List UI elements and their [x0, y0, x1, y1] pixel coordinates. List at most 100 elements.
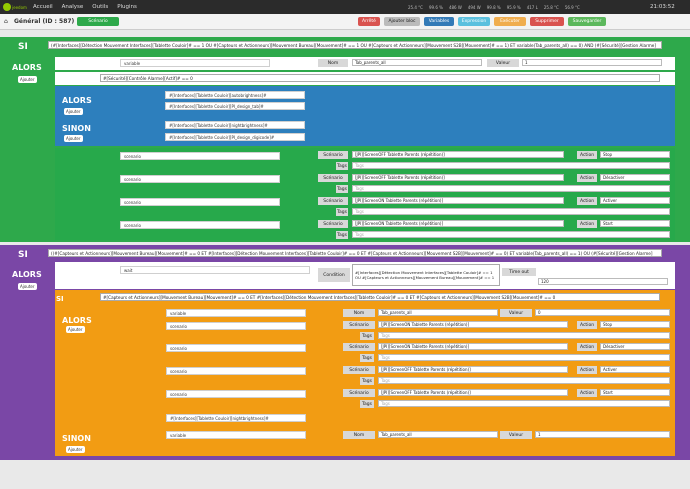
- var-name-input[interactable]: Tab_parents_all: [378, 431, 498, 438]
- action-select[interactable]: Désactiver: [600, 343, 670, 350]
- tags-input[interactable]: Tags: [378, 377, 670, 384]
- cmd-row[interactable]: #[Interfaces][Tablette Couloir][PI_desig…: [165, 102, 305, 110]
- nav-analyse[interactable]: Analyse: [62, 4, 84, 10]
- scenario-select[interactable]: [JPI][ScreenOFF Tablette Parents (répéti…: [352, 151, 564, 158]
- action-select[interactable]: Désactiver: [600, 174, 670, 181]
- save-button[interactable]: Sauvegarder: [568, 17, 606, 26]
- tags-input[interactable]: Tags: [352, 162, 670, 169]
- scenario-select[interactable]: [JPI][ScreenOFF Tablette Parents (répéti…: [378, 366, 568, 373]
- tags-input[interactable]: Tags: [378, 354, 670, 361]
- stat-temp: 25.4 °C: [408, 4, 423, 10]
- inner-sinon-ajouter[interactable]: Ajouter: [64, 135, 83, 142]
- scenario-type: scenario: [166, 390, 306, 398]
- inner2-ajouter[interactable]: Ajouter: [66, 326, 85, 333]
- inner-si-label: SI: [56, 295, 64, 303]
- scenario-label: Scénario: [318, 151, 348, 159]
- stat-power1: 486 W: [448, 4, 462, 10]
- block1-var-type: variable: [120, 59, 270, 67]
- cmd-row[interactable]: #[Interfaces][Tablette Couloir][nightbri…: [165, 121, 305, 129]
- block2-condition[interactable]: ((#[Capteurs et Actionneurs][Mouvement B…: [48, 249, 662, 257]
- tags-label: Tags: [360, 332, 374, 340]
- inner2-sinon-ajouter[interactable]: Ajouter: [66, 446, 85, 453]
- tags-input[interactable]: Tags: [352, 208, 670, 215]
- state-badge-label: Arrêté: [362, 19, 376, 24]
- cmd-row[interactable]: #[Interfaces][Tablette Couloir][PI_desig…: [165, 133, 305, 141]
- block2-inner-sinon: SINON: [62, 434, 91, 443]
- action-label: Action: [577, 197, 597, 205]
- ajouter-label: Ajouter: [68, 327, 83, 332]
- scenario-label: Scénario: [343, 389, 375, 397]
- execute-button[interactable]: Exécuter: [494, 17, 526, 26]
- var-name-input[interactable]: Tab_parents_all: [378, 309, 498, 316]
- scenario-type: scenario: [120, 175, 280, 183]
- action-select[interactable]: Start: [600, 389, 670, 396]
- block1-inner-condition[interactable]: #[Sécurité][Contrôle Alarme][Actif]# == …: [100, 74, 660, 82]
- sinon-var-type: variable: [166, 431, 306, 439]
- add-block-button[interactable]: Ajouter bloc: [384, 17, 420, 26]
- scenario-select[interactable]: [JPI][ScreenOFF Tablette Parents (répéti…: [352, 174, 564, 181]
- add-block-label: Ajouter bloc: [388, 19, 416, 24]
- scenario-select[interactable]: [JPI][ScreenON Tablette Parents (répétit…: [352, 197, 564, 204]
- tags-input[interactable]: Tags: [378, 400, 670, 407]
- delete-label: Supprimer: [535, 19, 559, 24]
- block1-inner-alors: ALORS: [62, 96, 92, 105]
- cmd-row[interactable]: #[Interfaces][Tablette Couloir][nightbri…: [166, 414, 306, 422]
- cmd-row[interactable]: #[Interfaces][Tablette Couloir][autobrig…: [165, 91, 305, 99]
- action-select[interactable]: Stop: [600, 151, 670, 158]
- scenario-select[interactable]: [JPI][ScreenON Tablette Parents (répétit…: [378, 343, 568, 350]
- block1-si-label: SI: [18, 42, 28, 52]
- home-icon[interactable]: ⌂: [4, 18, 8, 25]
- timeout-input[interactable]: 120: [538, 278, 668, 285]
- action-select[interactable]: Start: [600, 220, 670, 227]
- scenario-type: scenario: [166, 367, 306, 375]
- block2-si-label: SI: [18, 250, 28, 260]
- inner-ajouter-button[interactable]: Ajouter: [64, 108, 83, 115]
- action-label: Action: [577, 220, 597, 228]
- valeur-label: Valeur: [500, 309, 532, 317]
- delete-button[interactable]: Supprimer: [530, 17, 564, 26]
- scenario-type: scenario: [120, 152, 280, 160]
- tags-input[interactable]: Tags: [352, 185, 670, 192]
- expression-label: Expression: [461, 19, 487, 24]
- variable-type: variable: [166, 309, 306, 317]
- nav-outils[interactable]: Outils: [92, 4, 108, 10]
- stat-temp2: 25.8 °C: [543, 4, 559, 10]
- block2-inner-alors: ALORS: [62, 316, 92, 325]
- tags-label: Tags: [360, 377, 374, 385]
- save-label: Sauvegarder: [572, 19, 602, 24]
- action-label: Action: [577, 174, 597, 182]
- var-value-input[interactable]: 1: [535, 431, 670, 438]
- valeur-label: Valeur: [487, 59, 519, 67]
- scenario-select[interactable]: [JPI][ScreenON Tablette Parents (répétit…: [378, 321, 568, 328]
- tags-input[interactable]: Tags: [378, 332, 670, 339]
- action-label: Action: [577, 321, 597, 329]
- block1-condition[interactable]: (#[Interfaces][Détection Mouvement Inter…: [48, 41, 662, 49]
- jeedom-logo[interactable]: jeedom: [3, 3, 27, 11]
- block1-ajouter-button[interactable]: Ajouter: [18, 76, 37, 83]
- var-name-input[interactable]: Tab_parents_all: [352, 59, 482, 66]
- block2-ajouter-button[interactable]: Ajouter: [18, 283, 37, 290]
- nom-label: Nom: [318, 59, 348, 67]
- tags-label: Tags: [336, 208, 348, 216]
- scenario-select[interactable]: [JPI][ScreenON Tablette Parents (répétit…: [352, 220, 564, 227]
- state-badge[interactable]: Arrêté: [358, 17, 380, 26]
- var-value-input[interactable]: 1: [522, 59, 662, 66]
- tags-label: Tags: [336, 185, 348, 193]
- wait-condition[interactable]: #[Interfaces][Détection Mouvement Interf…: [352, 264, 500, 286]
- scenario-type: scenario: [120, 198, 280, 206]
- scenario-label: Scénario: [318, 197, 348, 205]
- tags-label: Tags: [336, 231, 348, 239]
- tags-input[interactable]: Tags: [352, 231, 670, 238]
- action-select[interactable]: Stop: [600, 321, 670, 328]
- expression-button[interactable]: Expression: [458, 17, 490, 26]
- nom-label: Nom: [343, 309, 375, 317]
- action-select[interactable]: Activer: [600, 366, 670, 373]
- variables-button[interactable]: Variables: [424, 17, 454, 26]
- tab-scenario[interactable]: Scénario: [77, 17, 119, 26]
- var-value-input[interactable]: 0: [535, 309, 670, 316]
- block2-inner-condition[interactable]: #[Capteurs et Actionneurs][Mouvement Bur…: [100, 293, 660, 301]
- nav-accueil[interactable]: Accueil: [33, 4, 53, 10]
- nav-plugins[interactable]: Plugins: [117, 4, 137, 10]
- scenario-select[interactable]: [JPI][ScreenOFF Tablette Parents (répéti…: [378, 389, 568, 396]
- action-select[interactable]: Activer: [600, 197, 670, 204]
